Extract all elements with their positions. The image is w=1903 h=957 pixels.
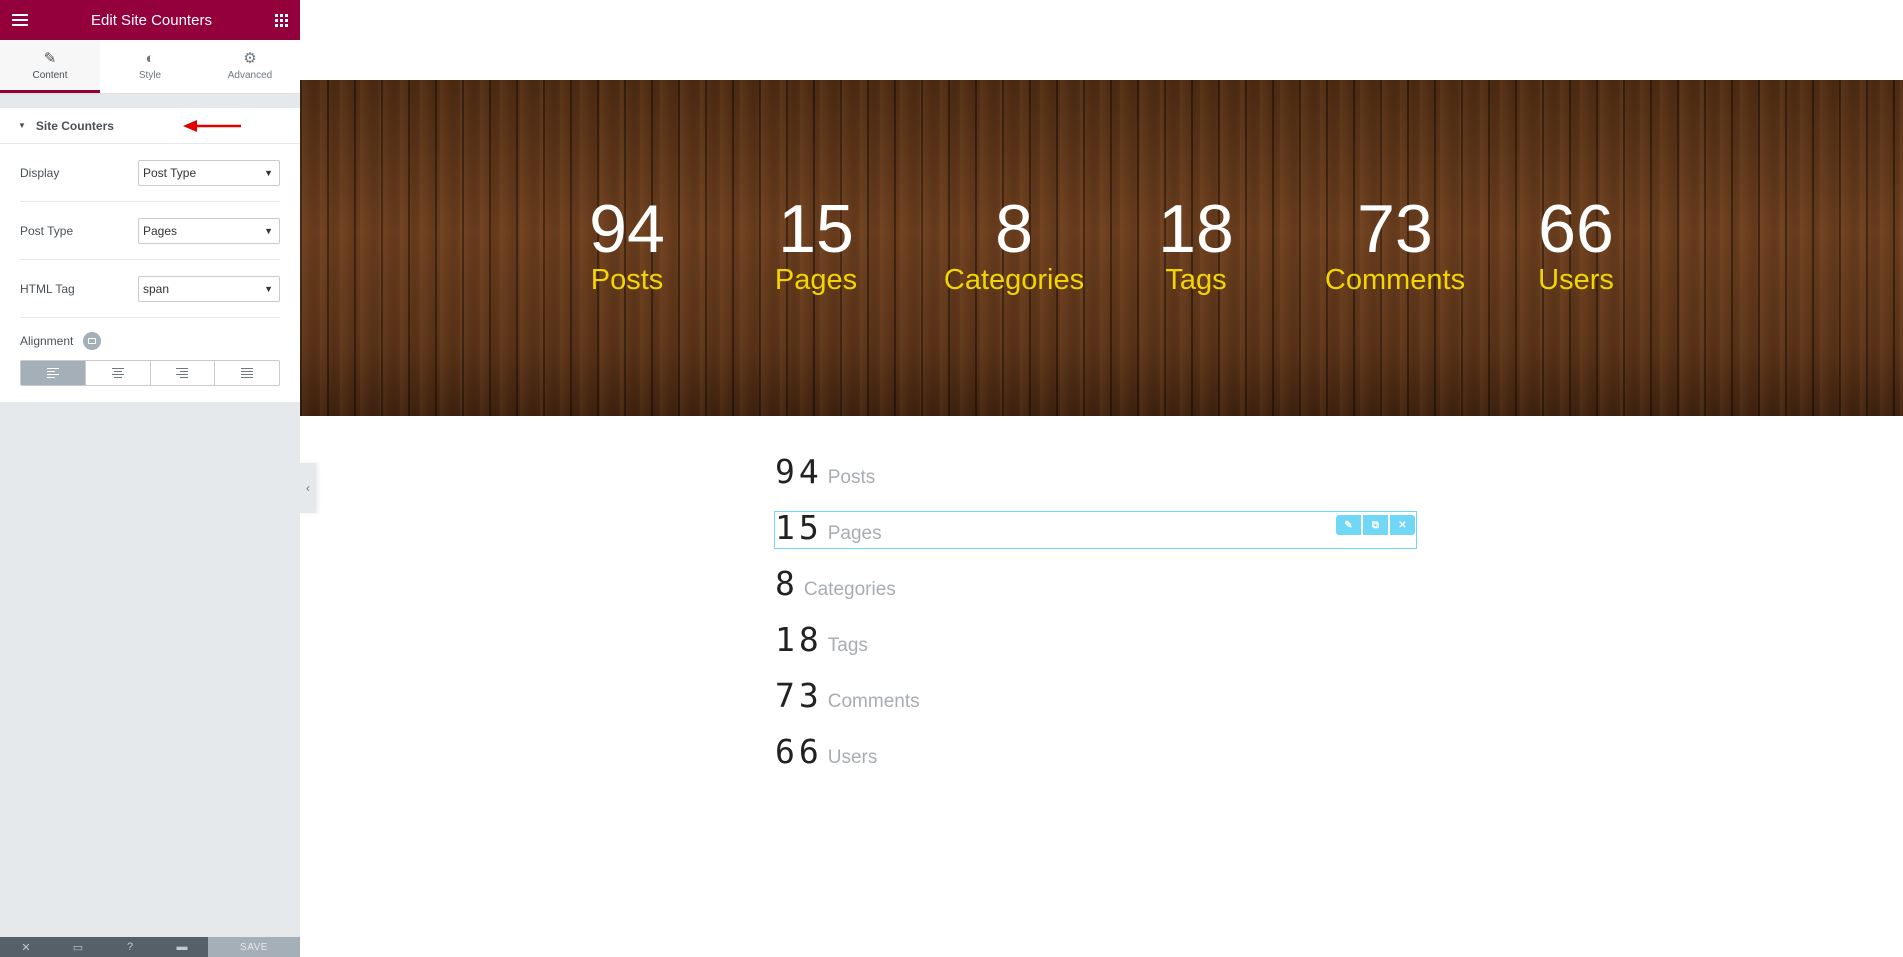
hero-counter-label: Categories (943, 264, 1085, 296)
tab-advanced-label: Advanced (227, 70, 273, 81)
alignment-choices (20, 360, 280, 386)
responsive-mode-icon[interactable]: ▭ (52, 937, 104, 957)
pencil-icon: ✎ (43, 50, 57, 67)
control-html-tag: HTML Tag span ▼ (20, 260, 280, 318)
display-value: Post Type (143, 165, 197, 180)
hero-counter-categories: 8 Categories (944, 194, 1084, 296)
html-tag-select[interactable]: span ▼ (138, 275, 280, 302)
editor-sidebar: Edit Site Counters ✎ Content ◐ Style ⚙ A… (0, 0, 300, 957)
align-left-button[interactable] (21, 361, 86, 385)
gear-icon: ⚙ (243, 50, 257, 67)
list-counter-number: 15 (775, 508, 823, 547)
section-title: Site Counters (35, 118, 114, 133)
duplicate-widget-icon[interactable]: ⧉ (1363, 515, 1388, 535)
tab-style-label: Style (138, 69, 162, 81)
list-counter-categories[interactable]: 8 Categories (775, 564, 896, 610)
display-select[interactable]: Post Type ▼ (138, 159, 280, 186)
align-justify-icon (241, 368, 254, 378)
contrast-icon: ◐ (145, 49, 155, 67)
hero-counter-number: 18 (1158, 191, 1234, 267)
collapse-panel-icon[interactable]: ‹ (300, 463, 316, 513)
hero-counter-number: 94 (589, 191, 665, 267)
hero-counter-label: Tags (1165, 264, 1227, 296)
hero-counter-comments: 73 Comments (1325, 194, 1465, 296)
hero-counter-label: Users (1538, 264, 1614, 296)
align-right-icon (176, 368, 189, 378)
save-button[interactable]: SAVE (208, 937, 300, 957)
list-counter-number: 73 (775, 676, 823, 715)
desktop-device-icon[interactable] (83, 332, 102, 350)
html-tag-label: HTML Tag (20, 281, 75, 296)
list-counter-label: Pages (827, 523, 882, 544)
align-left-icon (46, 368, 59, 378)
editor-tabs: ✎ Content ◐ Style ⚙ Advanced (0, 40, 300, 94)
hero-section: 94 Posts 15 Pages 8 Categories 18 Tags 7… (300, 80, 1903, 416)
tab-advanced[interactable]: ⚙ Advanced (200, 40, 300, 93)
hero-counter-pages: 15 Pages (775, 194, 857, 296)
widget-toolbar: ✎ ⧉ ✕ (1336, 515, 1415, 535)
editor-footer: ✕ ▭ ? ▬ SAVE (0, 937, 300, 957)
control-display: Display Post Type ▼ (20, 144, 280, 202)
hero-counter-posts: 94 Posts (589, 194, 665, 296)
list-counter-label: Users (827, 747, 878, 768)
list-counter-label: Posts (827, 467, 876, 488)
display-label: Display (20, 165, 60, 180)
tab-content-label: Content (32, 70, 68, 81)
list-counter-tags[interactable]: 18 Tags (775, 620, 868, 666)
hero-counter-label: Pages (774, 264, 858, 296)
help-icon[interactable]: ? (104, 937, 156, 957)
html-tag-value: span (143, 281, 170, 296)
dropdown-arrow-icon: ▼ (264, 225, 273, 236)
close-icon[interactable]: ✕ (0, 937, 52, 957)
control-post-type: Post Type Pages ▼ (20, 202, 280, 260)
list-counter-posts[interactable]: 94 Posts (775, 452, 875, 498)
list-counter-number: 18 (775, 620, 823, 659)
post-type-label: Post Type (20, 223, 74, 238)
list-counter-pages[interactable]: 15 Pages (775, 508, 882, 554)
hero-counter-users: 66 Users (1538, 194, 1614, 296)
list-counter-label: Comments (827, 691, 920, 712)
hero-counter-number: 66 (1538, 191, 1614, 267)
editor-title: Edit Site Counters (91, 11, 212, 29)
post-type-value: Pages (143, 223, 178, 238)
tab-style[interactable]: ◐ Style (100, 40, 200, 93)
controls-panel: ▼ Site Counters Display Post Type ▼ Post… (0, 108, 300, 402)
align-center-button[interactable] (85, 361, 151, 385)
editor-header: Edit Site Counters (0, 0, 300, 40)
folder-icon[interactable]: ▬ (156, 937, 208, 957)
list-counter-label: Tags (827, 635, 868, 656)
hero-counter-tags: 18 Tags (1158, 194, 1234, 296)
list-counter-users[interactable]: 66 Users (775, 732, 877, 778)
hero-counter-label: Posts (590, 264, 664, 296)
alignment-label: Alignment (20, 334, 74, 348)
control-alignment: Alignment (20, 318, 280, 402)
hero-counter-number: 15 (778, 191, 854, 267)
list-counter-number: 8 (775, 564, 799, 603)
widgets-grid-icon[interactable] (275, 13, 288, 27)
remove-widget-icon[interactable]: ✕ (1390, 515, 1415, 535)
align-right-button[interactable] (150, 361, 216, 385)
tab-content[interactable]: ✎ Content (0, 40, 100, 93)
edit-widget-icon[interactable]: ✎ (1336, 515, 1361, 535)
hero-counter-number: 73 (1357, 191, 1433, 267)
red-arrow-annotation-icon (183, 120, 241, 132)
post-type-select[interactable]: Pages ▼ (138, 217, 280, 244)
hero-counter-number: 8 (995, 191, 1033, 267)
dropdown-arrow-icon: ▼ (264, 283, 273, 294)
menu-icon[interactable] (12, 14, 28, 26)
align-justify-button[interactable] (215, 361, 279, 385)
align-center-icon (111, 368, 124, 378)
section-site-counters[interactable]: ▼ Site Counters (0, 108, 300, 144)
dropdown-arrow-icon: ▼ (264, 167, 273, 178)
list-counter-label: Categories (803, 579, 896, 600)
list-counter-number: 66 (775, 732, 823, 771)
list-counter-number: 94 (775, 452, 823, 491)
list-counter-comments[interactable]: 73 Comments (775, 676, 920, 722)
hero-counter-label: Comments (1324, 264, 1466, 296)
caret-down-icon: ▼ (18, 121, 26, 130)
